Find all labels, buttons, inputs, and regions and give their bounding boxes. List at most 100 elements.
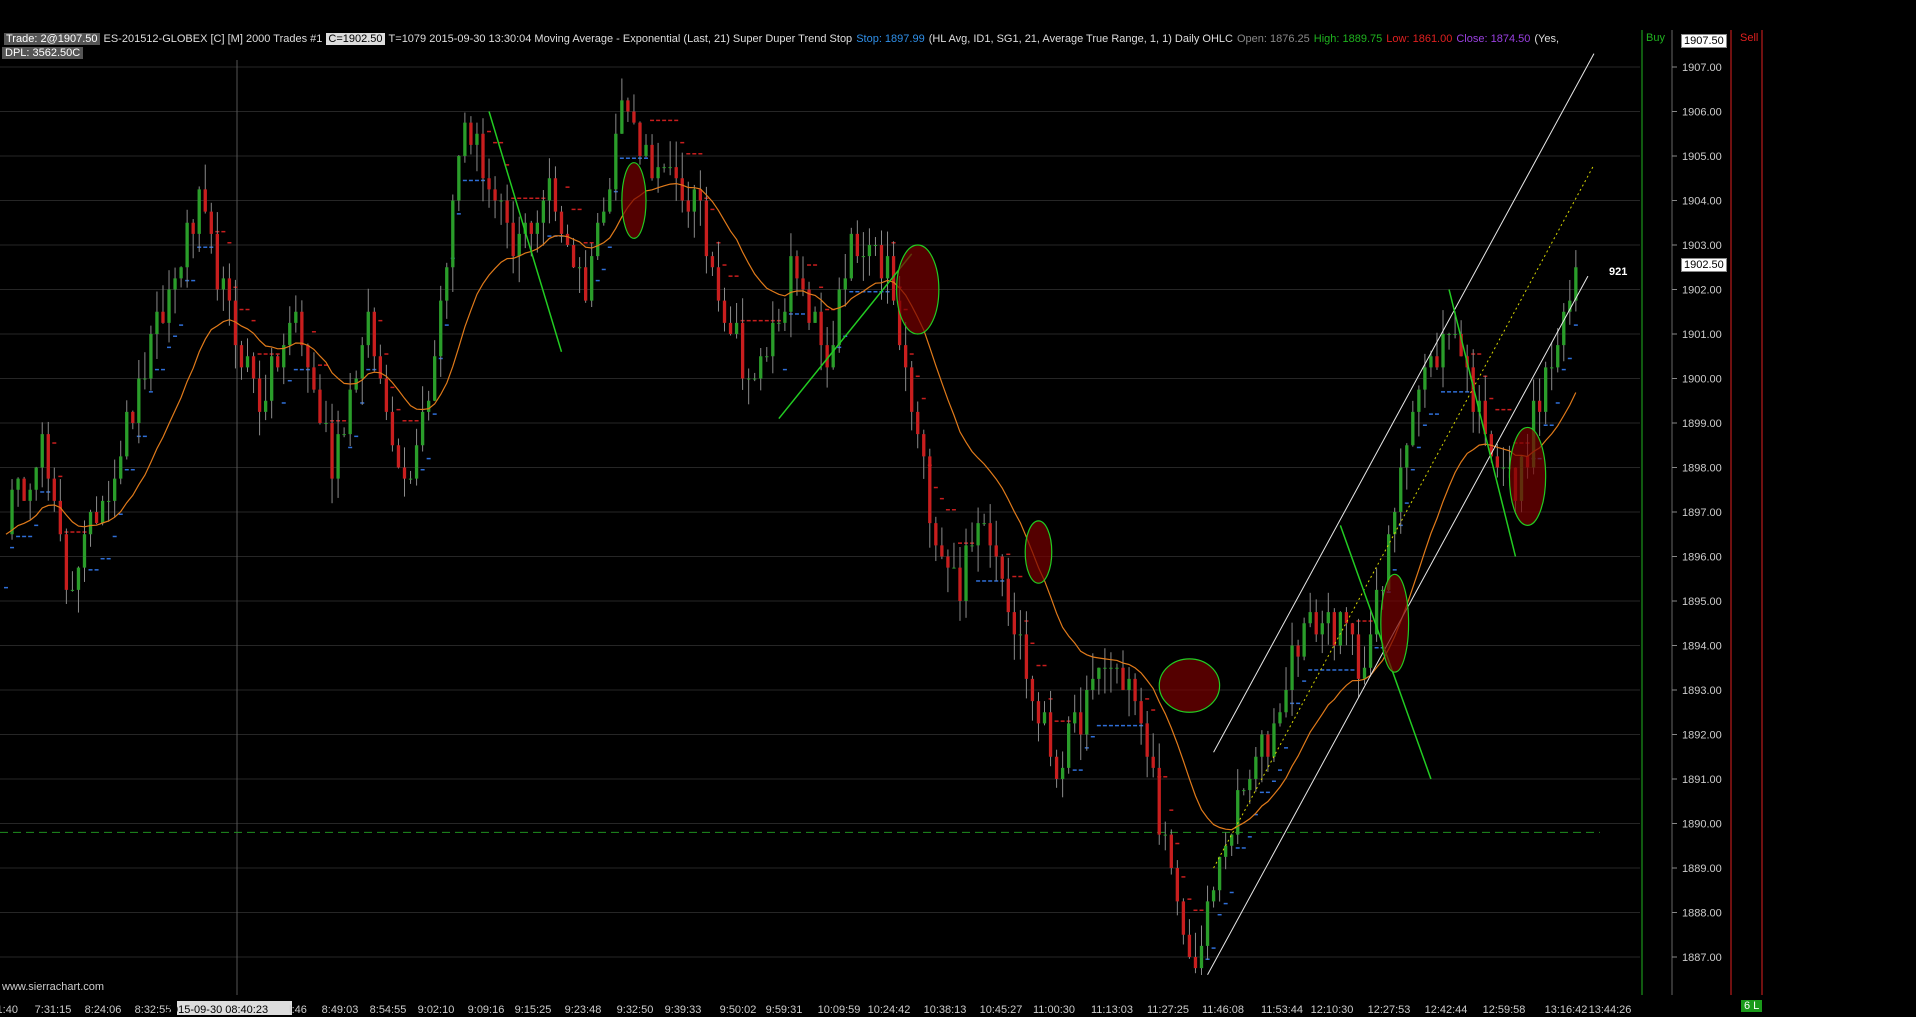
candle-body [1248,779,1252,791]
candle-body [342,434,346,436]
candle-body [1133,678,1137,702]
candle-body [1260,734,1264,757]
candle-body [125,411,129,457]
candle-body [885,256,890,279]
candle-body [270,356,274,401]
candle-body [360,345,364,379]
candle-body [1145,723,1149,757]
candle-body [227,278,232,301]
candle-body [994,545,998,557]
candle-body [704,200,709,257]
candle-body [300,311,304,346]
candle-body [1501,467,1506,469]
buy-label[interactable]: Buy [1646,32,1665,44]
candle-body [1308,612,1312,624]
last-price-tag: 1902.50 [1681,258,1727,272]
candle-body [1236,790,1240,835]
candle-body [1338,612,1343,646]
candle-body [626,100,630,112]
candle-body [348,389,352,435]
candle-body [1060,767,1065,779]
candle-body [1266,734,1270,757]
candle-body [131,411,135,423]
time-axis: l1:407:31:158:24:068:32:552015-09-30 08:… [0,1001,1631,1016]
candle-body [861,256,866,258]
candle-body [596,222,600,257]
candle-body [161,311,165,323]
highlight-ellipse [1158,658,1221,713]
candle-body [318,389,322,423]
candle-body [831,345,835,368]
close-box: C=1902.50 [326,33,385,45]
candle-body [221,278,226,290]
time-tick-label: 9:39:33 [665,1004,702,1016]
price-tick-label: 1888.00 [1682,908,1722,920]
candle-body [64,534,69,590]
candle-body [276,356,280,368]
candle-body [1350,623,1355,635]
candle-body [1151,756,1155,768]
candle-body [402,467,407,479]
candle-body [106,500,111,502]
candle-body [263,400,268,412]
candle-body [686,200,690,212]
candle-body [801,278,805,290]
candle-body [1000,556,1004,579]
candle-body [257,378,262,412]
stop-value: Stop: 1897.99 [856,33,925,45]
candle-body [414,445,419,479]
candle-body [100,500,105,524]
candle-body [571,245,576,268]
candle-body [1097,667,1101,679]
highlight-ellipse [1380,573,1410,673]
candle-body [1242,790,1246,792]
candle-body [1447,334,1451,335]
price-tick-label: 1904.00 [1682,196,1722,208]
candle-body [650,144,654,179]
candle-body [964,545,968,601]
price-tick-label: 1894.00 [1682,641,1722,653]
time-tick-label: 8:49:03 [322,1004,359,1016]
price-tick-label: 1890.00 [1682,819,1722,831]
candle-body [1175,868,1180,902]
candle-body [384,378,389,412]
candle-body [1036,701,1041,724]
price-tick-label: 1889.00 [1682,863,1722,875]
candle-body [451,200,455,268]
candle-body [656,167,660,179]
candle-body [577,267,582,269]
candle-body [1042,712,1047,724]
trade-info[interactable]: Trade: 2@1907.50 [4,33,100,45]
candle-body [928,456,932,524]
candle-body [1441,334,1445,368]
candle-body [1368,634,1373,668]
price-chart[interactable]: 1887.00 1888.00 1889.00 1890.00 1891.00 1892.… [0,0,1916,1017]
candle-body [740,322,745,379]
candle-body [855,233,860,257]
time-tick-label: 9:02:10 [418,1004,455,1016]
candle-body [746,378,751,380]
candle-body [245,356,250,368]
candle-body [191,222,195,234]
candle-body [1006,578,1010,613]
candle-body [1018,634,1023,636]
candle-body [1048,712,1053,757]
sell-label[interactable]: Sell [1740,32,1758,44]
candle-body [903,345,908,368]
candle-body [692,189,696,212]
candle-body [1157,767,1161,835]
price-axis: 1887.00 1888.00 1889.00 1890.00 1891.00 1892.… [1671,30,1722,995]
candle-body [547,178,552,201]
candle-body [1320,623,1324,635]
candle-body [167,289,171,323]
volume-label: 921 [1609,266,1628,278]
highlight-ellipse [1024,520,1053,584]
trendline [488,111,563,353]
candle-body [1423,367,1427,390]
candle-body [1115,667,1119,669]
candle-body [119,456,123,479]
candle-body [366,311,370,346]
time-tick-label: 11:00:30 [1033,1004,1075,1016]
candle-body [22,478,26,501]
candle-body [185,222,189,268]
